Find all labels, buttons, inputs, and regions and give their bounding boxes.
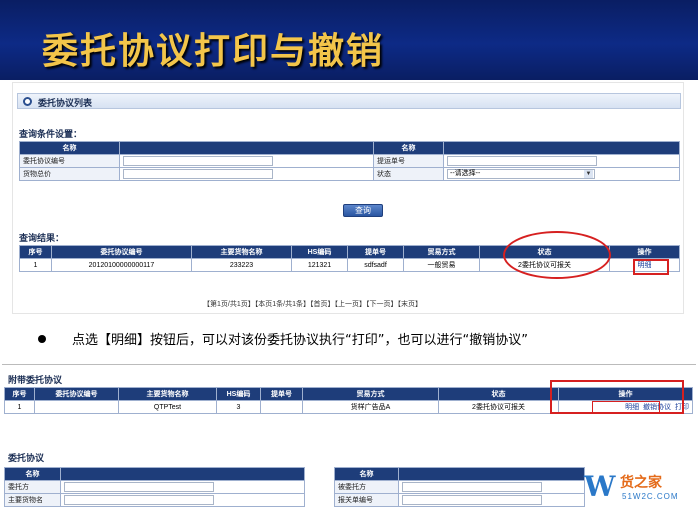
bullet-icon <box>38 335 46 343</box>
status-highlight-ellipse <box>503 231 611 279</box>
slide-title: 委托协议打印与撤销 <box>42 31 385 72</box>
detail-highlight-box <box>633 259 669 275</box>
query-section-title: 查询条件设置： <box>19 129 83 139</box>
bill-no-input[interactable] <box>447 156 597 166</box>
cell-index: 1 <box>4 400 35 414</box>
col-trade: 贸易方式 <box>302 387 439 401</box>
attached-section-title: 附带委托协议 <box>8 375 63 385</box>
agreement-header-name: 名称 <box>4 467 61 481</box>
col-goods: 主要货物名称 <box>191 245 292 259</box>
circle-icon <box>23 97 32 106</box>
status-select[interactable]: --请选择-- ▼ <box>447 169 595 179</box>
field-label-agent: 被委托方 <box>334 480 399 494</box>
field-label-declaration-no: 报关单编号 <box>334 493 399 507</box>
pagination[interactable]: 【第1页/共1页】【本页1条/共1条】【首页】【上一页】【下一页】【末页】 <box>203 299 422 309</box>
main-goods-input[interactable] <box>64 495 214 505</box>
agreement-right-table: 名称 被委托方 报关单编号 <box>334 467 585 507</box>
cell-index: 1 <box>19 258 52 272</box>
field-label-agreement-no: 委托协议编号 <box>19 154 120 168</box>
principal-input[interactable] <box>64 482 214 492</box>
cell-agreement-no <box>34 400 119 414</box>
field-label-total-price: 货物总价 <box>19 167 120 181</box>
col-hs: HS编码 <box>291 245 348 259</box>
logo-mark: W <box>584 470 616 503</box>
agreement-list-screenshot: 委托协议列表 查询条件设置： 名称 名称 委托协议编号 提运单号 货物总价 状态… <box>12 82 684 314</box>
field-label-status: 状态 <box>373 167 444 181</box>
query-button[interactable]: 查询 <box>343 204 383 217</box>
declaration-no-input[interactable] <box>402 495 542 505</box>
col-bill: 提单号 <box>260 387 303 401</box>
agreement-header-name-2: 名称 <box>334 467 399 481</box>
cell-bill <box>260 400 303 414</box>
cell-goods: 233223 <box>191 258 292 272</box>
bullet-text: 点选【明细】按钮后，可以对该份委托协议执行“打印”，也可以进行“撤销协议” <box>72 333 528 348</box>
cell-hs: 121321 <box>291 258 348 272</box>
agreement-section-title: 委托协议 <box>8 453 45 463</box>
chevron-down-icon: ▼ <box>584 170 593 178</box>
cancel-print-highlight-box <box>592 401 660 414</box>
col-action: 操作 <box>609 245 680 259</box>
col-hs: HS编码 <box>216 387 261 401</box>
col-agreement-no: 委托协议编号 <box>51 245 192 259</box>
logo-name: 货之家 <box>620 474 662 490</box>
panel-title: 委托协议列表 <box>38 98 93 108</box>
col-index: 序号 <box>19 245 52 259</box>
query-header-name-2: 名称 <box>373 141 444 155</box>
panel-header: 委托协议列表 <box>17 93 681 109</box>
agreement-no-input[interactable] <box>123 156 273 166</box>
query-header-name: 名称 <box>19 141 120 155</box>
col-agreement-no: 委托协议编号 <box>34 387 119 401</box>
cell-hs: 3 <box>216 400 261 414</box>
agreement-left-table: 名称 委托方 主要货物名 <box>4 467 305 507</box>
query-table: 名称 名称 委托协议编号 提运单号 货物总价 状态 --请选择-- ▼ <box>19 141 680 181</box>
cell-bill: sdfsadf <box>347 258 404 272</box>
field-label-main-goods: 主要货物名 <box>4 493 61 507</box>
logo-url: 51W2C.COM <box>622 492 679 501</box>
agent-input[interactable] <box>402 482 542 492</box>
cell-goods: QTPTest <box>118 400 217 414</box>
total-price-input[interactable] <box>123 169 273 179</box>
col-index: 序号 <box>4 387 35 401</box>
field-label-bill-no: 提运单号 <box>373 154 444 168</box>
cell-trade: 货样广告品A <box>302 400 439 414</box>
status-select-value: --请选择-- <box>450 170 481 177</box>
col-bill: 提单号 <box>347 245 404 259</box>
field-label-principal: 委托方 <box>4 480 61 494</box>
cell-trade: 一般贸易 <box>403 258 480 272</box>
cell-agreement-no: 20120100000000117 <box>51 258 192 272</box>
col-goods: 主要货物名称 <box>118 387 217 401</box>
col-trade: 贸易方式 <box>403 245 480 259</box>
cell-status: 2委托协议可报关 <box>438 400 559 414</box>
results-section-title: 查询结果： <box>19 233 65 243</box>
watermark-logo: W 货之家 51W2C.COM <box>568 462 688 520</box>
col-status: 状态 <box>438 387 559 401</box>
